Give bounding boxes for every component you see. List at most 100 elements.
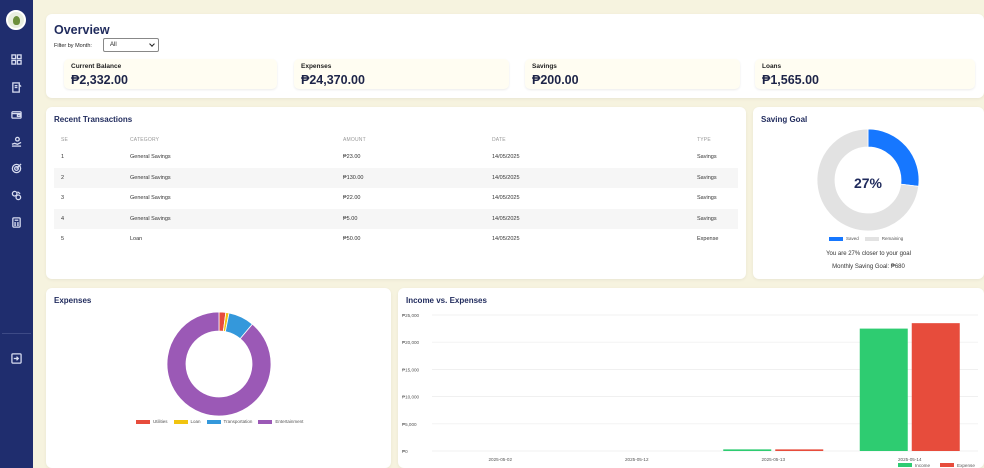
legend-label: Utilities [153,419,168,424]
legend-swatch-income [898,463,912,467]
cell-category: General Savings [130,154,171,161]
income-vs-expenses-card: Income vs. Expenses ₱25,000 ₱20,000 ₱15,00… [398,288,984,468]
goal-progress-message: You are 27% closer to your goal [826,251,911,257]
x-tick-label: 2025-05-14 [898,457,922,462]
month-filter-select[interactable]: All [103,38,159,52]
saving-goal-card: Saving Goal 27% Saved Remaining You are … [753,107,984,279]
bar-income-2025-05-13[interactable] [723,449,772,451]
bar-expense-2025-05-14[interactable] [911,323,960,451]
cell-category: General Savings [130,195,171,202]
stat-value: ₱24,370.00 [301,73,365,87]
page-title: Overview [54,23,110,37]
legend-label: Remaining [881,236,904,241]
table-row: 1 General Savings ₱23.00 14/05/2025 Savi… [54,147,738,168]
notes-icon[interactable] [0,78,33,96]
filter-label: Filter by Month: [54,43,92,49]
bills-icon[interactable] [0,186,33,204]
legend-swatch-remaining [864,236,879,241]
cell-category: Loan [130,236,143,243]
table-row: 5 Loan ₱50.00 14/05/2025 Expense [54,229,738,250]
sidebar-divider [2,333,31,334]
stat-value: ₱1,565.00 [762,73,819,87]
stat-value: ₱2,332.00 [71,73,128,87]
stat-value: ₱200.00 [532,73,579,87]
x-tick-label: 2025-05-12 [625,457,649,462]
column-header: TYPE [697,137,711,143]
table-row: 2 General Savings ₱130.00 14/05/2025 Sav… [54,167,738,188]
target-icon[interactable] [0,159,33,177]
bar-expense-2025-05-13[interactable] [775,449,824,451]
cell-date: 14/05/2025 [492,174,520,181]
cell-amount: ₱130.00 [343,174,364,181]
y-tick-label: ₱10,000 [402,395,420,400]
cell-type: Savings [697,195,717,202]
expenses-card: Expenses Utilities Loan Transportation E… [46,288,391,468]
cell-category: General Savings [130,215,171,222]
stat-label: Savings [532,63,557,70]
legend-swatch-saved [829,236,843,241]
expenses-donut [166,311,272,417]
table-header: SE CATEGORY AMOUNT DATE TYPE [54,133,738,147]
cell-type: Savings [697,174,717,181]
legend-label: Transportation [223,419,253,424]
table-row: 3 General Savings ₱22.00 14/05/2025 Savi… [54,188,738,209]
cell-date: 14/05/2025 [492,195,520,202]
column-header: AMOUNT [343,137,366,143]
pie-slice-entertainment[interactable] [166,311,272,417]
wallet-icon[interactable] [0,105,33,123]
y-tick-label: ₱25,000 [402,313,420,318]
cell-date: 14/05/2025 [492,215,520,222]
column-header: DATE [492,137,506,143]
sidebar [0,0,33,468]
cell-date: 14/05/2025 [492,236,520,243]
dashboard-icon[interactable] [0,50,33,68]
y-tick-label: ₱5,000 [402,422,417,427]
legend-swatch-utilities [136,419,150,424]
transactions-table: SE CATEGORY AMOUNT DATE TYPE 1 General S… [54,133,738,250]
stat-loans: Loans ₱1,565.00 [755,59,975,89]
cell-amount: ₱50.00 [343,236,361,243]
cell-no: 1 [61,154,65,161]
legend-label: Income [915,463,931,468]
legend-swatch-transportation [206,419,221,424]
x-tick-label: 2025-05-02 [489,457,513,462]
stat-expenses: Expenses ₱24,370.00 [294,59,509,89]
stat-current-balance: Current Balance ₱2,332.00 [64,59,277,89]
month-filter-value: All [110,42,117,48]
cell-amount: ₱23.00 [343,154,361,161]
cell-type: Expense [697,236,719,243]
legend-label: Loan [190,419,201,424]
x-tick-label: 2025-05-13 [762,457,786,462]
recent-transactions-card: Recent Transactions SE CATEGORY AMOUNT D… [46,107,746,279]
monthly-saving-goal: Monthly Saving Goal: ₱680 [832,264,905,270]
legend-swatch-loan [173,419,188,424]
calculator-icon[interactable] [0,213,33,231]
column-header: CATEGORY [130,137,160,143]
cell-no: 4 [61,215,65,222]
stat-label: Current Balance [71,63,122,70]
overview-card: Overview Filter by Month: All Current Ba… [46,14,984,98]
y-tick-label: ₱0 [402,449,408,454]
saving-goal-legend: Saved Remaining [823,236,903,241]
recent-transactions-title: Recent Transactions [54,115,133,124]
cell-category: General Savings [130,174,171,181]
bar-income-2025-05-14[interactable] [859,328,908,451]
column-header: SE [61,137,69,143]
money-hand-icon[interactable] [0,132,33,150]
cell-amount: ₱22.00 [343,195,361,202]
legend-swatch-expense [940,463,954,467]
stat-label: Expenses [301,63,332,70]
logout-icon[interactable] [0,349,33,367]
app-logo[interactable] [6,10,26,30]
legend-label: Entertainment [275,419,304,424]
cell-no: 2 [61,174,65,181]
saving-goal-percent: 27% [853,175,883,191]
saving-goal-title: Saving Goal [761,115,808,124]
income-vs-expenses-chart: ₱25,000 ₱20,000 ₱15,000 ₱10,000 ₱5,000 ₱0 2025… [402,313,978,468]
legend-swatch-entertainment [258,419,273,424]
cell-no: 5 [61,236,65,243]
legend-label: Saved [846,236,859,241]
cell-no: 3 [61,195,65,202]
expenses-title: Expenses [54,296,92,305]
legend-label: Expense [957,463,975,468]
